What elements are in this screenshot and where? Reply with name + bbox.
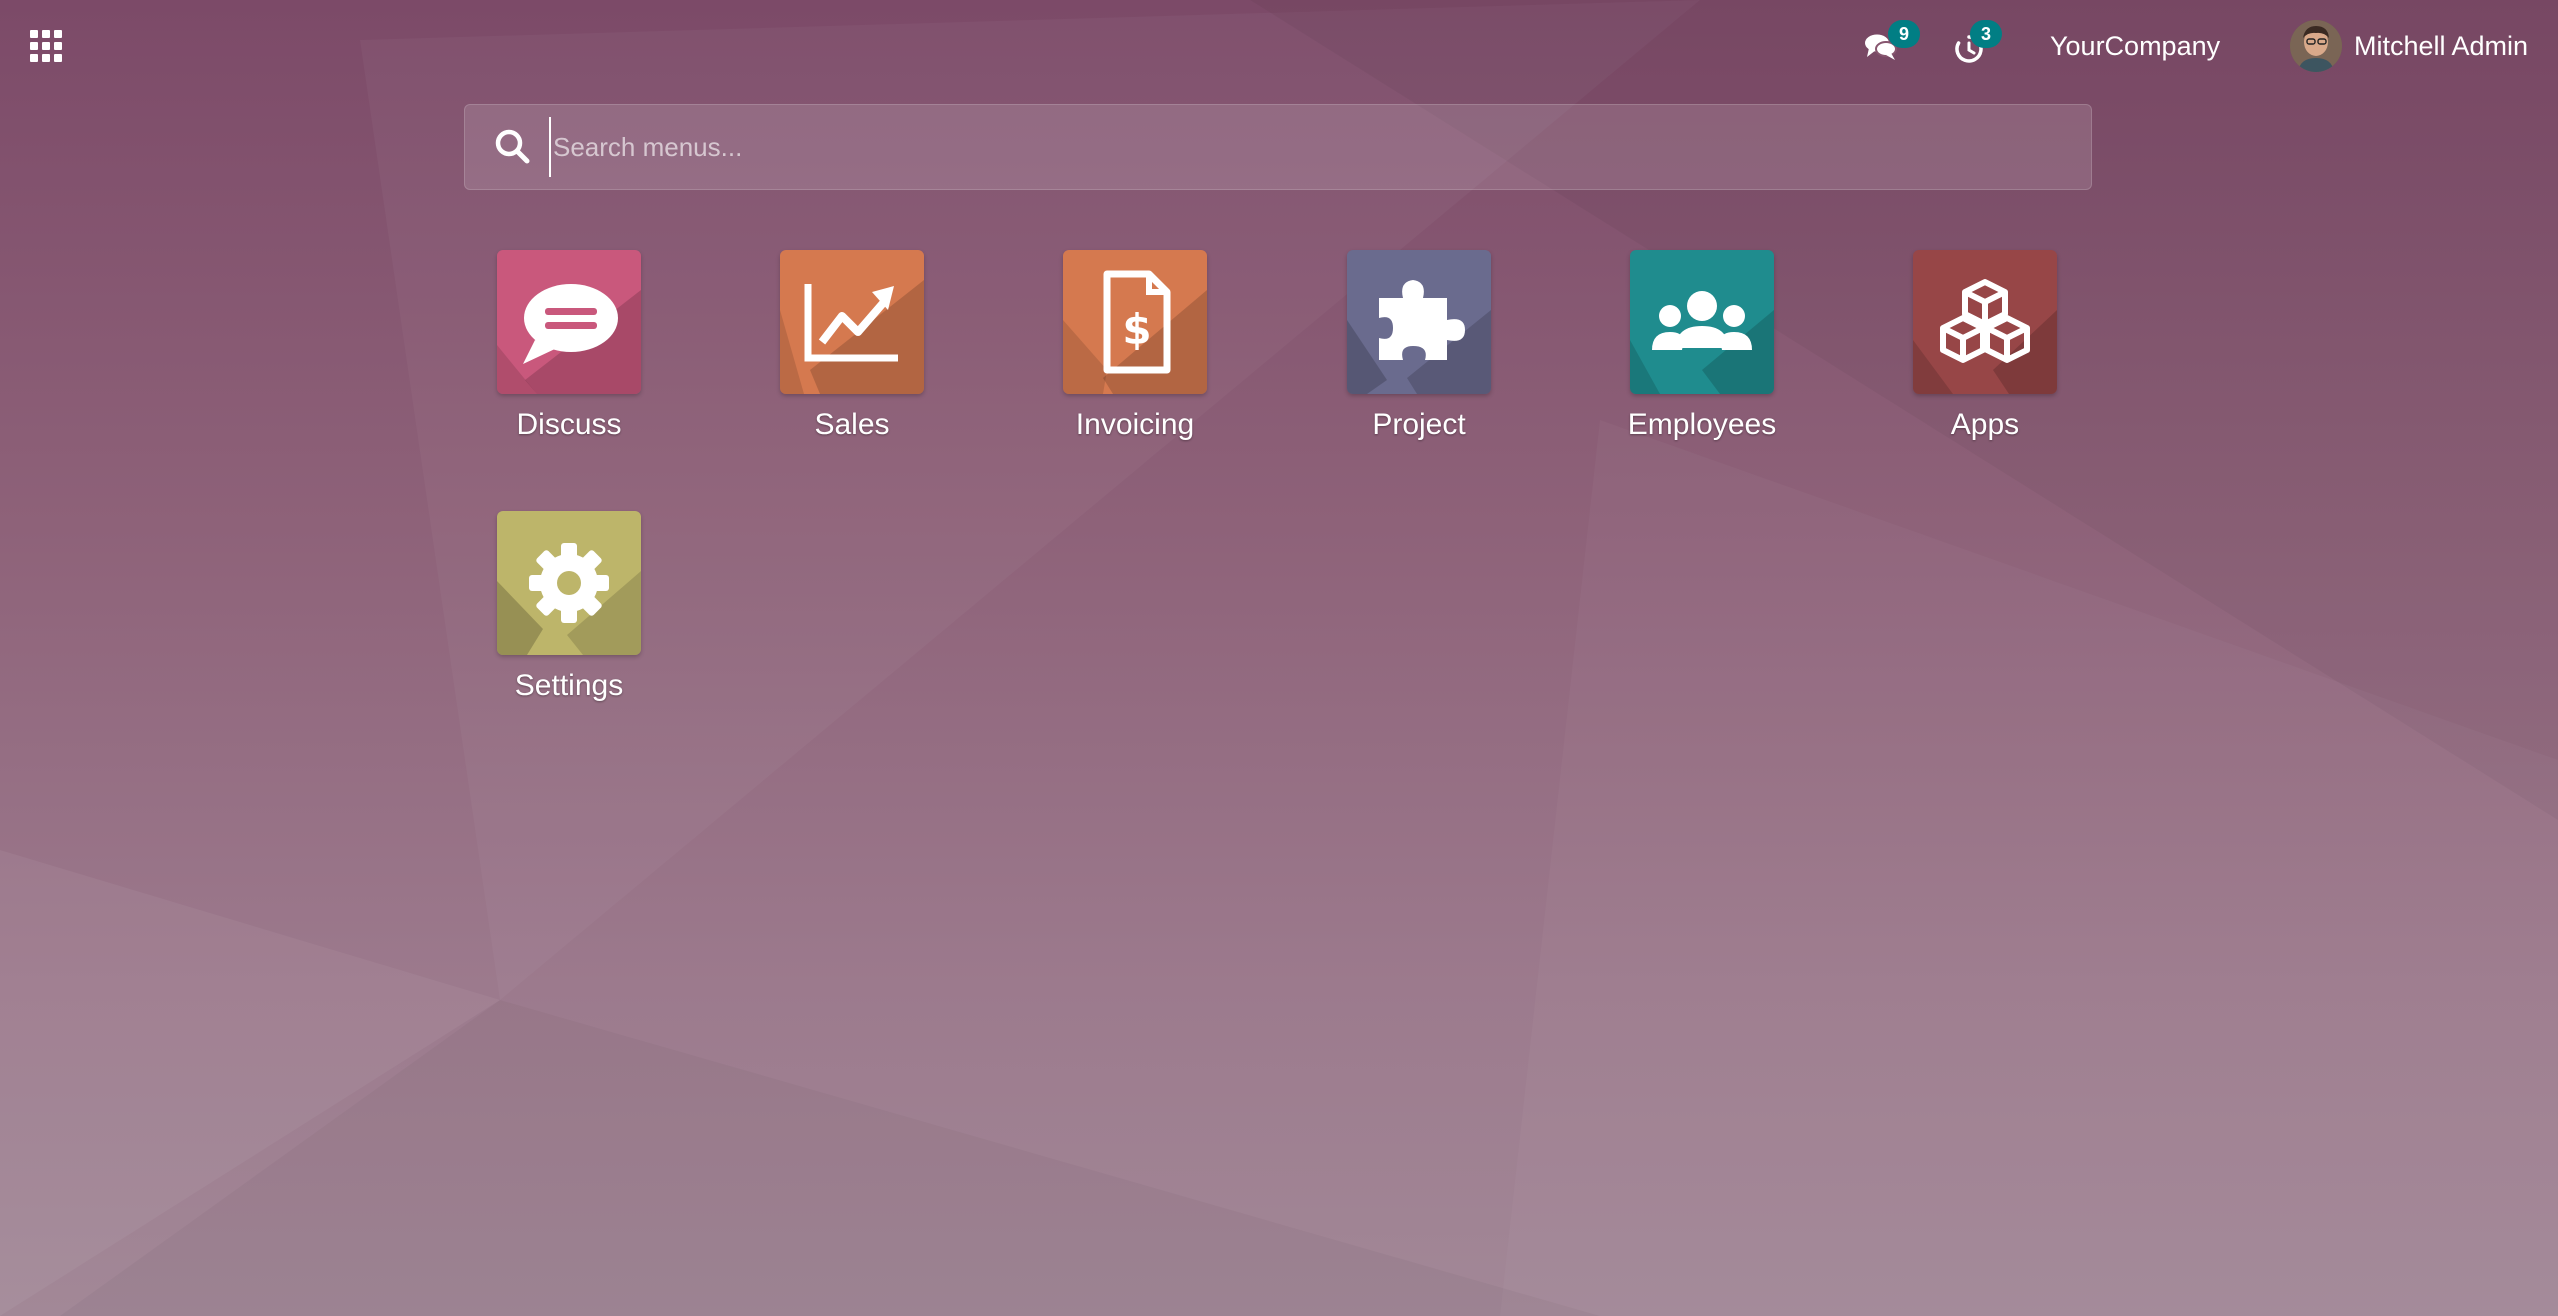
search-bar bbox=[464, 104, 2092, 190]
company-switcher[interactable]: YourCompany bbox=[2050, 28, 2220, 64]
people-group-icon bbox=[1630, 250, 1774, 394]
app-label: Project bbox=[1372, 408, 1466, 441]
speech-bubble-icon bbox=[497, 250, 641, 394]
messages-menu[interactable]: 9 bbox=[1864, 20, 1924, 70]
app-label: Employees bbox=[1627, 408, 1777, 441]
dollar-document-icon: $ bbox=[1063, 250, 1207, 394]
search-icon bbox=[495, 129, 530, 164]
user-menu[interactable]: Mitchell Admin bbox=[2290, 18, 2528, 74]
trend-chart-icon bbox=[780, 250, 924, 394]
puzzle-piece-icon bbox=[1347, 250, 1491, 394]
app-label: Discuss bbox=[516, 408, 622, 441]
app-label: Settings bbox=[514, 669, 624, 702]
messages-count-badge: 9 bbox=[1888, 20, 1920, 48]
apps-menu-grid-icon[interactable] bbox=[26, 26, 66, 66]
app-label: Apps bbox=[1950, 408, 2020, 441]
app-employees[interactable]: Employees bbox=[1595, 250, 1795, 480]
app-project[interactable]: Project bbox=[1312, 250, 1512, 480]
app-label: Invoicing bbox=[1075, 408, 1195, 441]
app-discuss[interactable]: Discuss bbox=[462, 250, 662, 480]
gear-icon bbox=[497, 511, 641, 655]
search-input[interactable] bbox=[549, 117, 2091, 177]
svg-text:$: $ bbox=[1122, 305, 1151, 354]
app-apps[interactable]: Apps bbox=[1878, 250, 2078, 480]
app-invoicing[interactable]: $ Invoicing bbox=[1028, 250, 1228, 480]
activities-menu[interactable]: 3 bbox=[1952, 20, 2012, 70]
cubes-icon bbox=[1913, 250, 2057, 394]
app-label: Sales bbox=[814, 408, 890, 441]
app-sales[interactable]: Sales bbox=[745, 250, 945, 480]
activities-count-badge: 3 bbox=[1970, 20, 2002, 48]
top-navbar: 9 3 YourCompany Mitchell Admin bbox=[0, 0, 2558, 92]
app-settings[interactable]: Settings bbox=[462, 511, 662, 741]
background-facets bbox=[0, 0, 2558, 1316]
user-avatar bbox=[2290, 20, 2342, 72]
user-name: Mitchell Admin bbox=[2354, 30, 2529, 61]
